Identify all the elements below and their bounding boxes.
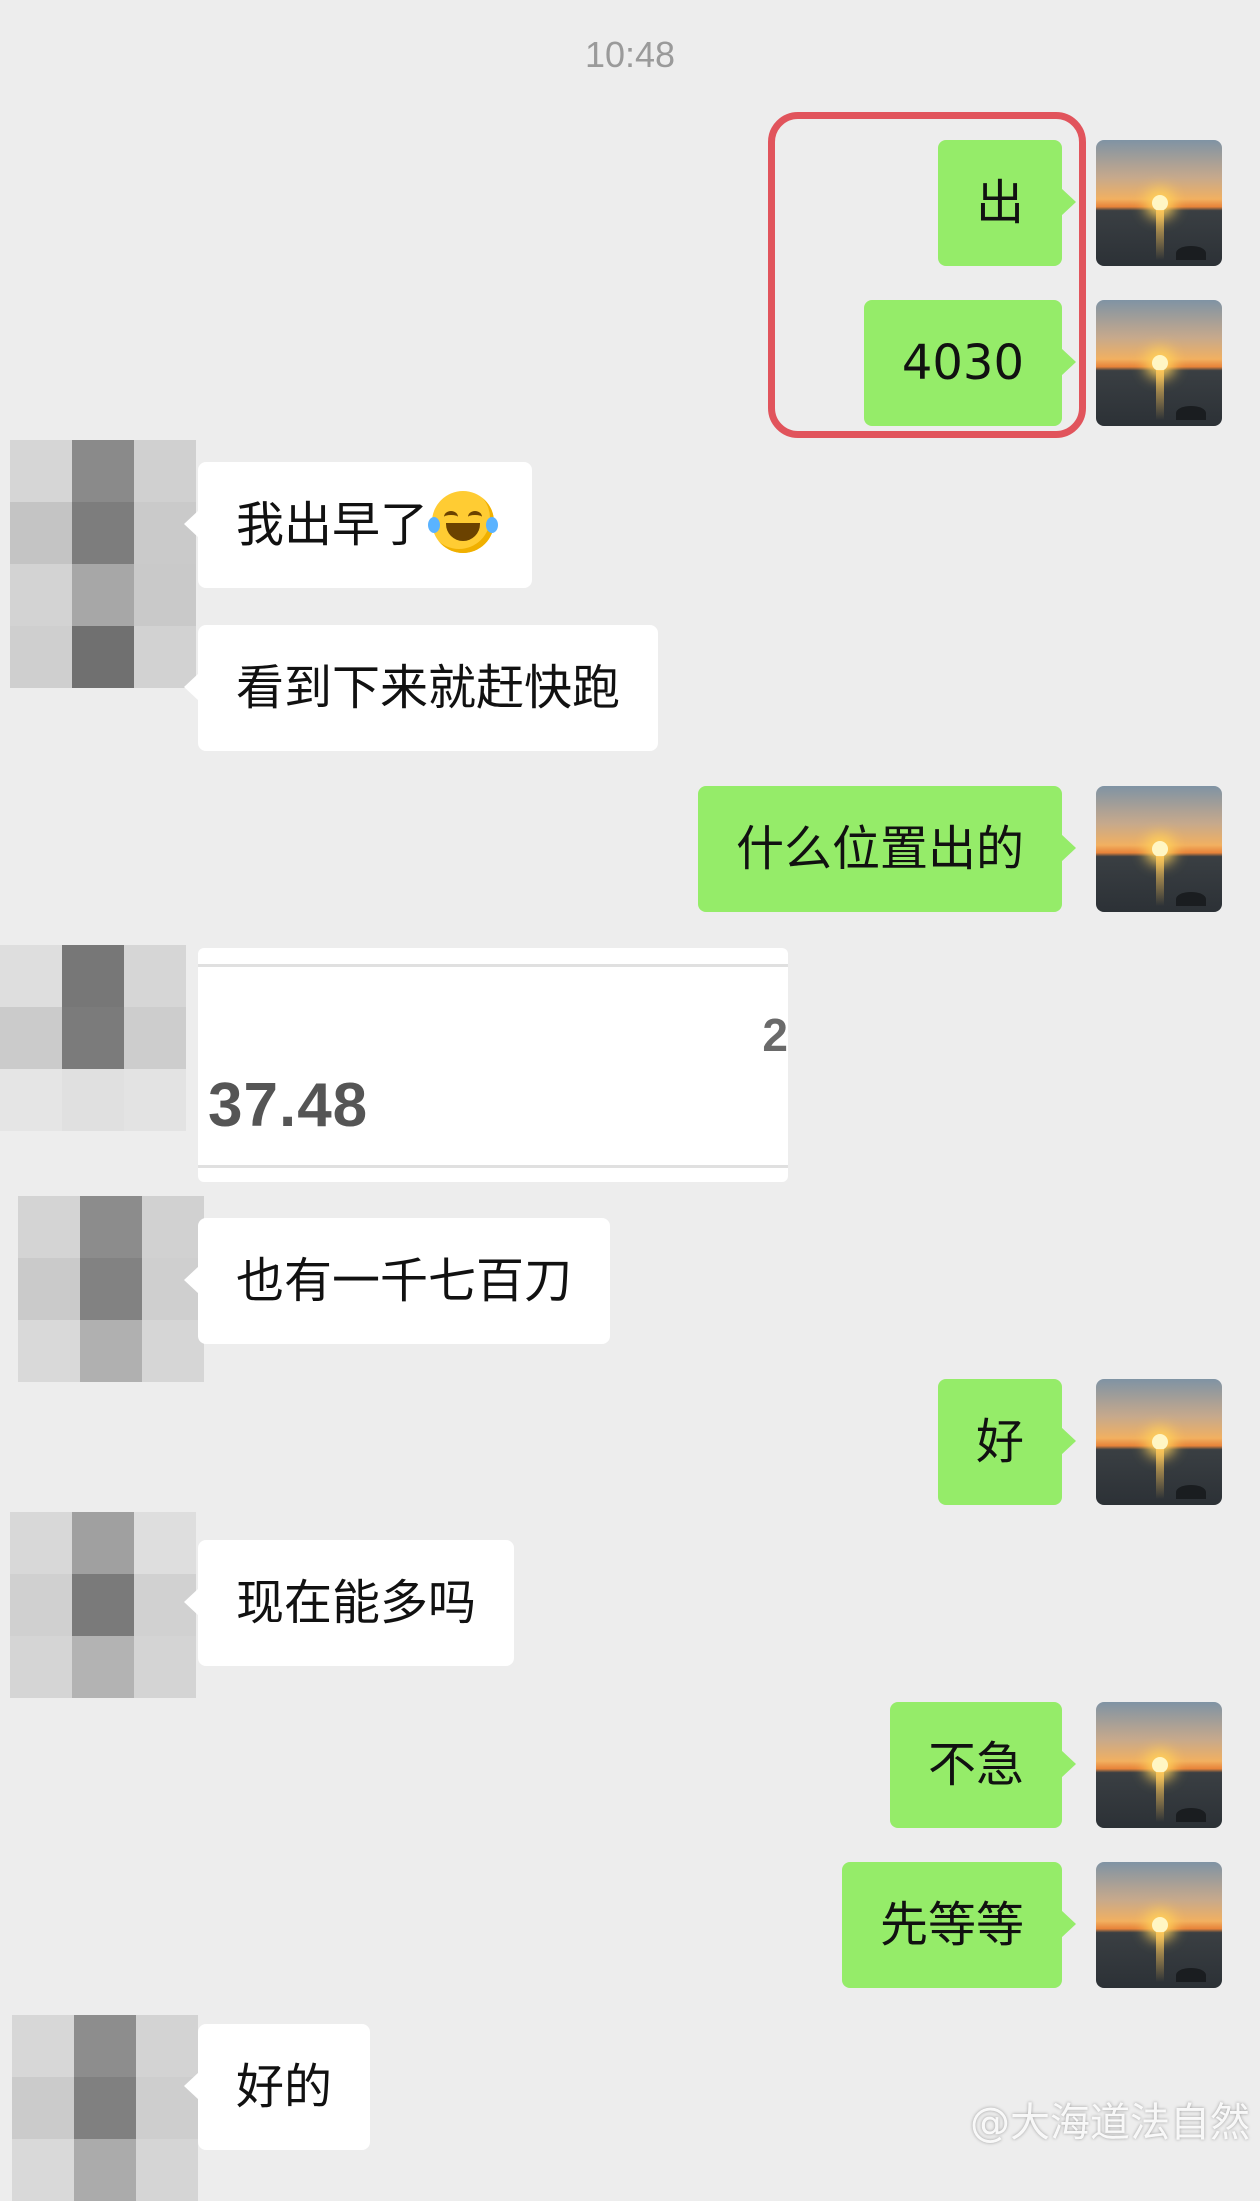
my-message-bubble[interactable]: 不急 — [889, 1702, 1077, 1828]
message-text: 我出早了 — [236, 497, 429, 553]
contact-avatar[interactable] — [18, 1196, 204, 1382]
my-avatar[interactable] — [1096, 1379, 1222, 1505]
contact-message-bubble[interactable]: 好的 — [183, 2024, 371, 2150]
laughing-tears-emoji-icon — [428, 491, 499, 553]
timestamp: 10:48 — [584, 34, 676, 75]
contact-message-bubble[interactable]: 我出早了 — [183, 462, 533, 588]
contact-avatar[interactable] — [10, 1512, 196, 1698]
image-amount-text: 37.48 — [208, 1071, 369, 1140]
image-partial-digit: 2 — [762, 1009, 788, 1061]
my-avatar[interactable] — [1096, 786, 1222, 912]
my-message-bubble[interactable]: 好 — [937, 1379, 1077, 1505]
contact-message-bubble[interactable]: 看到下来就赶快跑 — [183, 625, 659, 751]
my-avatar[interactable] — [1096, 300, 1222, 426]
my-message-bubble[interactable]: 什么位置出的 — [697, 786, 1077, 912]
contact-avatar[interactable] — [0, 945, 186, 1131]
my-message-bubble[interactable]: 先等等 — [841, 1862, 1077, 1988]
contact-avatar[interactable] — [10, 440, 196, 688]
contact-message-bubble[interactable]: 也有一千七百刀 — [183, 1218, 611, 1344]
watermark: @大海道法自然 — [970, 2100, 1250, 2146]
my-avatar[interactable] — [1096, 1862, 1222, 1988]
contact-message-bubble[interactable]: 现在能多吗 — [183, 1540, 515, 1666]
my-avatar[interactable] — [1096, 1702, 1222, 1828]
image-divider — [198, 1165, 788, 1168]
my-message-bubble[interactable]: 出 — [937, 140, 1077, 266]
my-avatar[interactable] — [1096, 140, 1222, 266]
contact-avatar[interactable] — [12, 2015, 198, 2201]
my-message-bubble[interactable]: 4030 — [863, 300, 1077, 426]
image-divider — [198, 964, 788, 967]
shared-image-message[interactable]: 2 37.48 — [198, 948, 788, 1182]
